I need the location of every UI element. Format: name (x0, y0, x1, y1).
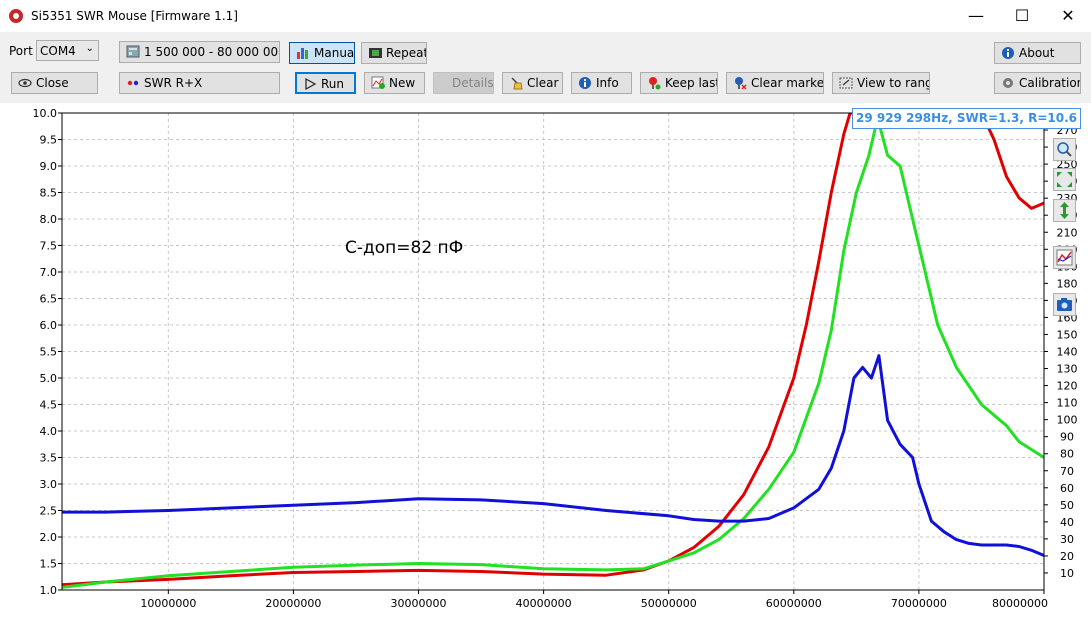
x-tick-label: 20000000 (265, 597, 321, 610)
chart-view-button[interactable] (1053, 246, 1076, 269)
chart-icon (1056, 249, 1073, 266)
y-right-tick-label: 90 (1060, 431, 1074, 444)
y-right-tick-label: 150 (1057, 328, 1078, 341)
y-right-tick-label: 50 (1060, 499, 1074, 512)
x-tick-label: 70000000 (891, 597, 947, 610)
x-tick-label: 10000000 (140, 597, 196, 610)
y-left-tick-label: 9.0 (40, 160, 58, 173)
camera-icon (1057, 298, 1072, 311)
search-icon (1057, 142, 1072, 157)
x-tick-label: 80000000 (992, 597, 1048, 610)
y-right-tick-label: 100 (1057, 414, 1078, 427)
y-left-tick-label: 2.0 (40, 531, 58, 544)
y-left-tick-label: 8.5 (40, 187, 58, 200)
y-right-tick-label: 80 (1060, 448, 1074, 461)
fit-icon (1057, 172, 1072, 187)
y-right-tick-label: 40 (1060, 516, 1074, 529)
y-left-tick-label: 5.5 (40, 346, 58, 359)
x-tick-label: 50000000 (641, 597, 697, 610)
y-left-tick-label: 3.5 (40, 452, 58, 465)
zoom-button[interactable] (1053, 138, 1076, 161)
y-left-tick-label: 6.5 (40, 293, 58, 306)
y-right-tick-label: 130 (1057, 363, 1078, 376)
y-left-tick-label: 3.0 (40, 478, 58, 491)
y-right-tick-label: 60 (1060, 482, 1074, 495)
y-left-tick-label: 1.0 (40, 584, 58, 597)
y-right-tick-label: 120 (1057, 380, 1078, 393)
y-left-tick-label: 4.5 (40, 399, 58, 412)
marker-readout: 29 929 298Hz, SWR=1.3, R=10.6 (852, 108, 1081, 129)
y-left-tick-label: 6.0 (40, 319, 58, 332)
y-right-tick-label: 110 (1057, 397, 1078, 410)
y-right-tick-label: 10 (1060, 567, 1074, 580)
y-left-tick-label: 7.5 (40, 240, 58, 253)
y-left-tick-label: 2.5 (40, 505, 58, 518)
y-right-tick-label: 30 (1060, 533, 1074, 546)
y-right-tick-label: 140 (1057, 346, 1078, 359)
y-left-tick-label: 7.0 (40, 266, 58, 279)
y-left-tick-label: 4.0 (40, 425, 58, 438)
y-left-tick-label: 5.0 (40, 372, 58, 385)
y-left-tick-label: 10.0 (33, 107, 58, 120)
y-left-tick-label: 8.0 (40, 213, 58, 226)
y-right-tick-label: 70 (1060, 465, 1074, 478)
capacitance-annotation: С-доп=82 пФ (345, 238, 464, 258)
x-tick-label: 40000000 (516, 597, 572, 610)
y-right-tick-label: 180 (1057, 277, 1078, 290)
y-right-tick-label: 210 (1057, 226, 1078, 239)
vertical-zoom-icon (1060, 202, 1069, 219)
swr-chart[interactable]: 1.0 1.5 2.0 2.5 3.0 3.5 4.0 4.5 5.0 5.5 6.0 6.5 7.0 7… (0, 0, 1091, 623)
vertical-zoom-button[interactable] (1053, 199, 1076, 222)
x-tick-label: 60000000 (766, 597, 822, 610)
y-left-tick-label: 9.5 (40, 134, 58, 147)
x-tick-label: 30000000 (391, 597, 447, 610)
screenshot-button[interactable] (1053, 293, 1076, 316)
fit-button[interactable] (1053, 168, 1076, 191)
y-right-tick-label: 20 (1060, 550, 1074, 563)
y-left-tick-label: 1.5 (40, 558, 58, 571)
